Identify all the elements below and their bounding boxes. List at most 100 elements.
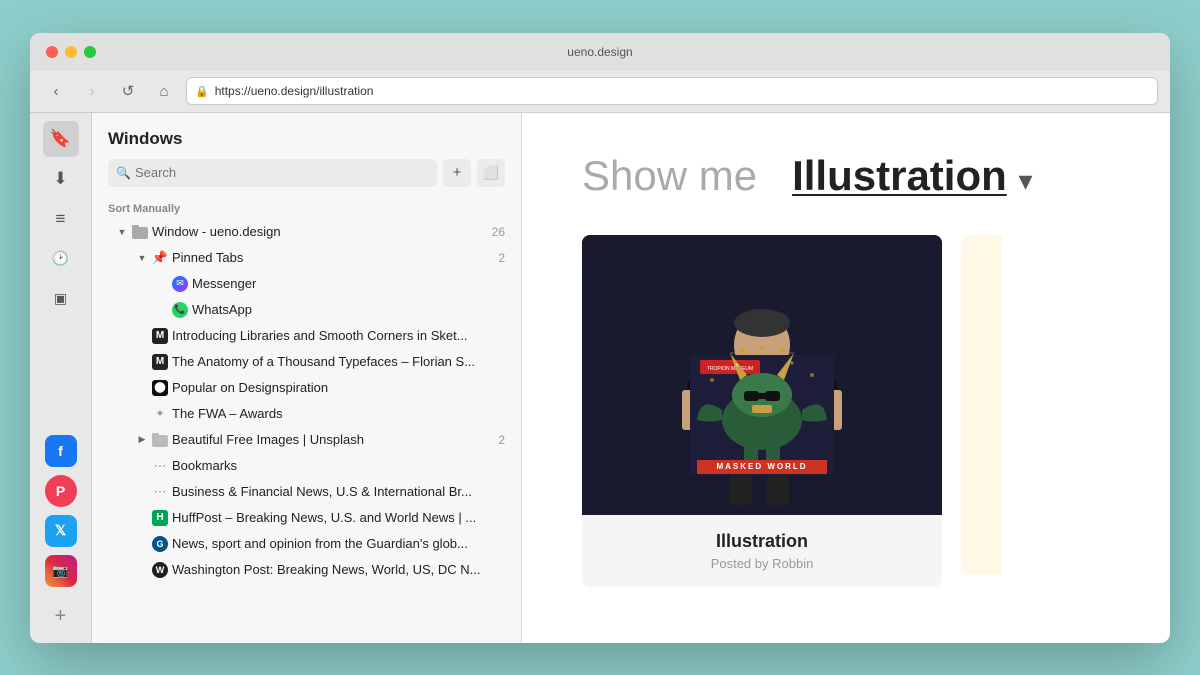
huffpost-favicon: H [152,510,168,526]
card-title: Illustration [598,531,926,552]
favicon-m: M [152,354,168,370]
main-area: 🔖 ⬇ ≡ 🕑 ▣ f P 𝕏 📷 + Windows 🔍 [30,113,1170,643]
sidebar-icon-tabs[interactable]: ▣ [43,281,79,317]
search-bar-row: 🔍 + ⬜ [108,159,505,187]
dots-icon: ⋯ [152,458,168,474]
pinned-tabs-count: 2 [498,251,505,265]
item-label: Popular on Designspiration [172,380,505,395]
address-text: https://ueno.design/illustration [215,84,1149,98]
pin-icon: 📌 [152,250,168,266]
instagram-icon[interactable]: 📷 [45,555,77,587]
card-partial [962,235,1002,575]
heading-dropdown[interactable]: ▾ [1018,165,1032,196]
window-count: 26 [492,225,505,239]
messenger-icon: ✉ [172,276,188,292]
sidebar-icon-history[interactable]: 🕑 [43,241,79,277]
item-label: HuffPost – Breaking News, U.S. and World… [172,510,505,525]
card-subtitle: Posted by Robbin [598,556,926,571]
item-label: Introducing Libraries and Smooth Corners… [172,328,505,343]
list-item[interactable]: ▶ 📞 WhatsApp [92,297,521,323]
pinned-tabs-label: Pinned Tabs [172,250,490,265]
list-item[interactable]: ▶ M The Anatomy of a Thousand Typefaces … [92,349,521,375]
item-label: The FWA – Awards [172,406,505,421]
list-item[interactable]: ▶ M Introducing Libraries and Smooth Cor… [92,323,521,349]
sidebar-icon-downloads[interactable]: ⬇ [43,161,79,197]
item-count: 2 [498,433,505,447]
list-item[interactable]: ▶ ⋯ Bookmarks [92,453,521,479]
window-label: Window - ueno.design [152,224,484,239]
list-item[interactable]: ▶ G News, sport and opinion from the Gua… [92,531,521,557]
new-window-button[interactable]: ⬜ [477,159,505,187]
item-label: Business & Financial News, U.S & Interna… [172,484,505,499]
item-label: The Anatomy of a Thousand Typefaces – Fl… [172,354,505,369]
guardian-favicon: G [152,536,168,552]
add-sidebar-button[interactable]: + [43,599,79,635]
browser-window: ueno.design ‹ › ↺ ⌂ 🔒 https://ueno.desig… [30,33,1170,643]
home-button[interactable]: ⌂ [150,77,178,105]
pinned-tabs-row[interactable]: ▼ 📌 Pinned Tabs 2 [92,245,521,271]
pocket-icon[interactable]: P [45,475,77,507]
item-label: News, sport and opinion from the Guardia… [172,536,505,551]
window-row[interactable]: ▼ Window - ueno.design 26 [92,219,521,245]
item-label: Beautiful Free Images | Unsplash [172,432,490,447]
list-item[interactable]: ▶ ⬤ Popular on Designspiration [92,375,521,401]
list-item[interactable]: ▶ ✉ Messenger [92,271,521,297]
item-label: Bookmarks [172,458,505,473]
panel-header: Windows 🔍 + ⬜ [92,113,521,197]
favicon-m: M [152,328,168,344]
sidebar-icons: 🔖 ⬇ ≡ 🕑 ▣ f P 𝕏 📷 + [30,113,92,643]
reload-button[interactable]: ↺ [114,77,142,105]
panel-title: Windows [108,129,505,149]
chevron-right-icon: ▶ [136,434,148,446]
window-title: ueno.design [567,45,632,59]
address-bar[interactable]: 🔒 https://ueno.design/illustration [186,77,1158,105]
back-button[interactable]: ‹ [42,77,70,105]
content-cards: TROPION MUSEUM [582,235,1110,587]
dots-icon: ⋯ [152,484,168,500]
sidebar-icon-reading[interactable]: ≡ [43,201,79,237]
favicon-d: ⬤ [152,380,168,396]
card-info: Illustration Posted by Robbin [582,515,942,587]
add-window-button[interactable]: + [443,159,471,187]
sort-label: Sort Manually [92,197,521,219]
item-label: WhatsApp [192,302,505,317]
svg-text:TROPION MUSEUM: TROPION MUSEUM [707,366,753,372]
list-item[interactable]: ▶ ✦ The FWA – Awards [92,401,521,427]
minimize-button[interactable] [65,46,77,58]
list-item[interactable]: ▶ W Washington Post: Breaking News, Worl… [92,557,521,583]
heading-light: Show me [582,152,757,199]
card-image: TROPION MUSEUM [582,235,942,515]
page-heading: Show me Illustration ▾ [582,153,1110,199]
illustration-card[interactable]: TROPION MUSEUM [582,235,942,587]
heading-strong: Illustration [792,152,1007,199]
search-input[interactable] [135,165,429,180]
close-button[interactable] [46,46,58,58]
nav-bar: ‹ › ↺ ⌂ 🔒 https://ueno.design/illustrati… [30,71,1170,113]
search-input-wrap: 🔍 [108,159,437,187]
folder-icon [152,432,168,448]
search-icon: 🔍 [116,166,131,180]
item-label: Washington Post: Breaking News, World, U… [172,562,505,577]
sidebar-icon-bookmarks[interactable]: 🔖 [43,121,79,157]
whatsapp-icon: 📞 [172,302,188,318]
svg-text:MASKED WORLD: MASKED WORLD [716,462,807,471]
item-label: Messenger [192,276,505,291]
wp-favicon: W [152,562,168,578]
bookmark-panel: Windows 🔍 + ⬜ Sort Manually ▼ [92,113,522,643]
title-bar: ueno.design [30,33,1170,71]
twitter-icon[interactable]: 𝕏 [45,515,77,547]
fullscreen-button[interactable] [84,46,96,58]
list-item[interactable]: ▶ Beautiful Free Images | Unsplash 2 [92,427,521,453]
chevron-down-icon: ▼ [136,252,148,264]
list-item[interactable]: ▶ ⋯ Business & Financial News, U.S & Int… [92,479,521,505]
facebook-icon[interactable]: f [45,435,77,467]
main-content: Show me Illustration ▾ [522,113,1170,643]
lock-icon: 🔒 [195,85,209,98]
fwa-icon: ✦ [152,406,168,422]
list-item[interactable]: ▶ H HuffPost – Breaking News, U.S. and W… [92,505,521,531]
forward-button[interactable]: › [78,77,106,105]
window-folder-icon [132,224,148,240]
bookmark-list: ▼ Window - ueno.design 26 ▼ 📌 Pinned Tab… [92,219,521,643]
traffic-lights [46,46,96,58]
chevron-down-icon: ▼ [116,226,128,238]
